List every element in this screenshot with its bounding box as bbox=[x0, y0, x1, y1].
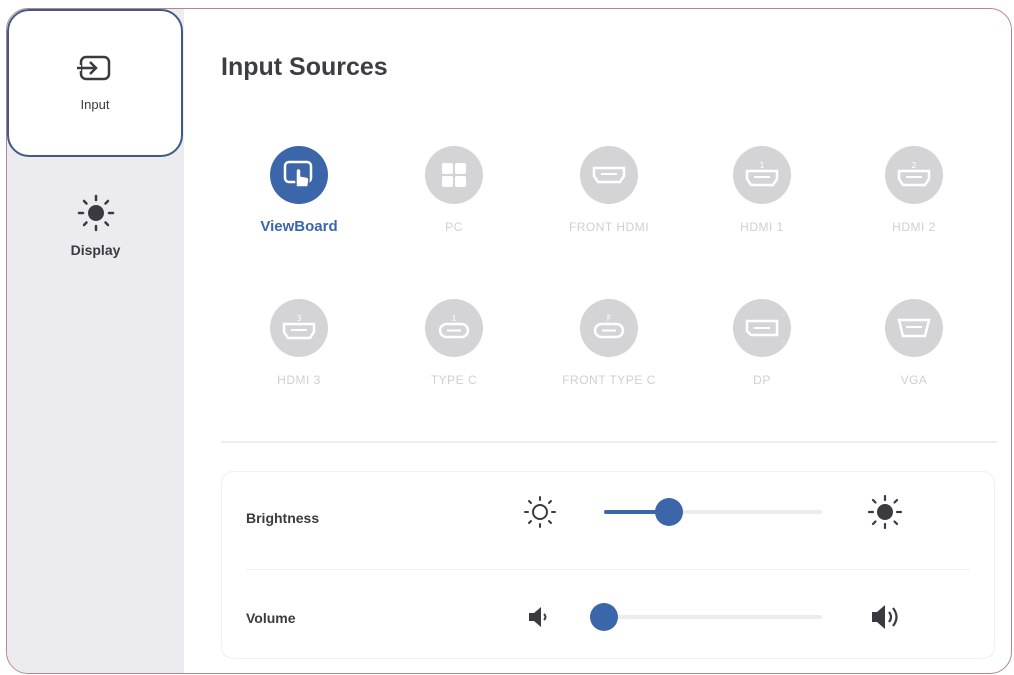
sidebar-item-input[interactable]: Input bbox=[7, 9, 183, 157]
settings-window: Input Display Input Sources ViewBoard PC… bbox=[6, 8, 1012, 674]
source-label: TYPE C bbox=[430, 373, 478, 387]
windows-icon bbox=[425, 146, 483, 204]
hdmi-icon: 3 bbox=[270, 299, 328, 357]
viewboard-icon bbox=[270, 146, 328, 204]
hdmi-icon: 1 bbox=[733, 146, 791, 204]
volume-slider[interactable] bbox=[590, 603, 822, 631]
main-content: Input Sources ViewBoard PC FRONT HDMI 1 … bbox=[184, 9, 1011, 673]
source-pc[interactable]: PC bbox=[389, 146, 519, 234]
source-label: PC bbox=[445, 220, 463, 234]
vga-icon bbox=[885, 299, 943, 357]
usb-c-icon: F bbox=[580, 299, 638, 357]
input-icon bbox=[77, 55, 111, 81]
source-label: HDMI 1 bbox=[740, 220, 784, 234]
volume-slider-knob[interactable] bbox=[590, 603, 618, 631]
hdmi-icon bbox=[580, 146, 638, 204]
sun-icon bbox=[77, 194, 114, 232]
source-label: DP bbox=[753, 373, 771, 387]
displayport-icon bbox=[733, 299, 791, 357]
source-label: FRONT TYPE C bbox=[562, 373, 656, 387]
brightness-label: Brightness bbox=[246, 510, 320, 526]
source-viewboard[interactable]: ViewBoard bbox=[234, 146, 364, 235]
volume-low-icon bbox=[529, 607, 547, 627]
svg-text:3: 3 bbox=[296, 314, 301, 323]
brightness-slider-knob[interactable] bbox=[655, 498, 683, 526]
row-separator bbox=[246, 569, 970, 570]
source-label: VGA bbox=[900, 373, 928, 387]
brightness-low-icon bbox=[524, 496, 556, 528]
brightness-slider[interactable] bbox=[604, 498, 822, 526]
svg-text:F: F bbox=[607, 314, 612, 323]
controls-panel: Brightness Volume bbox=[221, 471, 995, 659]
source-front-hdmi[interactable]: FRONT HDMI bbox=[544, 146, 674, 234]
svg-text:1: 1 bbox=[759, 161, 764, 170]
volume-high-icon bbox=[872, 605, 898, 629]
source-hdmi-2[interactable]: 2 HDMI 2 bbox=[849, 146, 979, 234]
hdmi-icon: 2 bbox=[885, 146, 943, 204]
sidebar: Input Display bbox=[7, 9, 184, 673]
svg-text:1: 1 bbox=[451, 314, 456, 323]
page-title: Input Sources bbox=[221, 53, 388, 81]
source-type-c[interactable]: 1 TYPE C bbox=[389, 299, 519, 387]
source-front-type-c[interactable]: F FRONT TYPE C bbox=[544, 299, 674, 387]
brightness-high-icon bbox=[867, 494, 903, 530]
source-vga[interactable]: VGA bbox=[849, 299, 979, 387]
source-hdmi-3[interactable]: 3 HDMI 3 bbox=[234, 299, 364, 387]
source-label: FRONT HDMI bbox=[568, 220, 650, 234]
divider bbox=[221, 441, 997, 443]
source-label: ViewBoard bbox=[260, 218, 338, 235]
source-hdmi-1[interactable]: 1 HDMI 1 bbox=[697, 146, 827, 234]
svg-text:2: 2 bbox=[911, 161, 916, 170]
sidebar-item-label: Input bbox=[80, 97, 110, 112]
sidebar-item-display[interactable]: Display bbox=[7, 194, 184, 258]
usb-c-icon: 1 bbox=[425, 299, 483, 357]
source-label: HDMI 2 bbox=[892, 220, 936, 234]
source-dp[interactable]: DP bbox=[697, 299, 827, 387]
sidebar-item-label: Display bbox=[70, 242, 121, 258]
source-label: HDMI 3 bbox=[277, 373, 321, 387]
volume-label: Volume bbox=[246, 610, 296, 626]
